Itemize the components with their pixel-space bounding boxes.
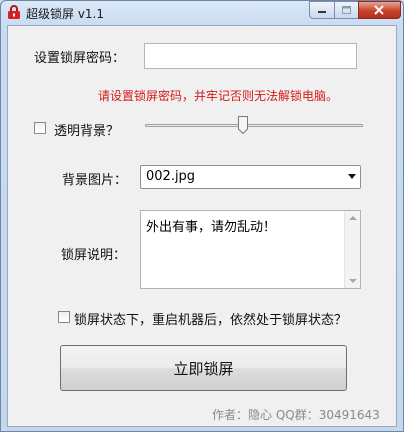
chevron-down-icon[interactable]	[348, 174, 356, 179]
password-label: 设置锁屏密码：	[34, 51, 126, 66]
note-textarea[interactable]: 外出有事，请勿乱动！	[140, 210, 361, 289]
minimize-icon	[318, 11, 326, 13]
scroll-up-icon[interactable]	[349, 216, 357, 220]
title-bar[interactable]: 超级锁屏 v1.1	[1, 1, 403, 25]
author-credit: 作者：隐心 QQ群：30491643	[212, 408, 380, 422]
note-label: 锁屏说明：	[61, 248, 127, 263]
form-panel: 设置锁屏密码： 请设置锁屏密码，并牢记否则无法解锁电脑。 透明背景？ 背景图片：…	[7, 25, 397, 427]
maximize-button[interactable]	[334, 1, 359, 19]
transparency-slider-thumb[interactable]	[238, 116, 248, 134]
transparent-checkbox[interactable]	[34, 122, 46, 134]
transparent-label[interactable]: 透明背景？	[54, 120, 119, 139]
lock-now-button[interactable]: 立即锁屏	[60, 345, 347, 391]
lock-app-icon	[8, 5, 20, 19]
scroll-down-icon[interactable]	[349, 279, 357, 283]
note-text: 外出有事，请勿乱动！	[146, 220, 277, 235]
persist-checkbox[interactable]	[58, 311, 70, 323]
note-scrollbar[interactable]	[344, 211, 360, 288]
minimize-button[interactable]	[309, 1, 335, 19]
persist-label[interactable]: 锁屏状态下，重启机器后，依然处于锁屏状态？	[74, 309, 347, 328]
window-title: 超级锁屏 v1.1	[26, 7, 105, 21]
transparency-slider-track[interactable]	[145, 124, 363, 127]
bg-image-label: 背景图片：	[62, 173, 128, 188]
close-button[interactable]	[358, 1, 401, 19]
close-icon	[374, 5, 384, 15]
bg-image-select[interactable]: 002.jpg	[140, 165, 361, 189]
app-window: 超级锁屏 v1.1 设置锁屏密码： 请设置锁屏密码，并牢记否则无法解锁电脑。 透…	[0, 0, 404, 432]
password-warning: 请设置锁屏密码，并牢记否则无法解锁电脑。	[98, 89, 339, 103]
maximize-icon	[342, 6, 351, 14]
bg-image-selected: 002.jpg	[146, 169, 196, 184]
password-field[interactable]	[144, 43, 357, 69]
